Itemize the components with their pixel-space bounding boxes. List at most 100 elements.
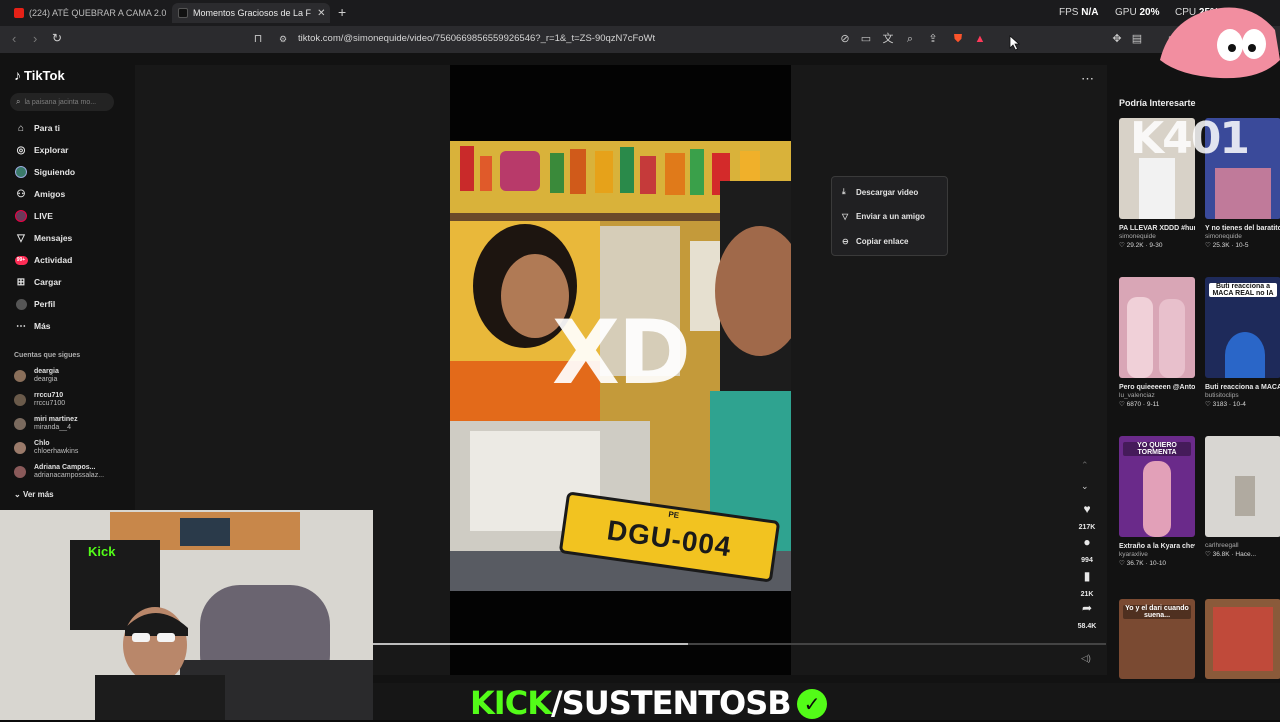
recommended-video-card[interactable]: YO QUIERO TORMENTA Extraño a la Kyara ch… [1119, 436, 1195, 568]
tiktok-logo[interactable]: ♪ TikTok [14, 67, 65, 83]
menu-send-to-friend[interactable]: ▽ Enviar a un amigo [842, 212, 925, 221]
followed-account[interactable]: deargia deargia [14, 368, 59, 384]
menu-download-video[interactable]: ⤓ Descargar video [842, 187, 918, 197]
send-icon: ▽ [842, 212, 849, 221]
followed-account[interactable]: rrccu710 rrccu7100 [14, 392, 65, 408]
followed-account[interactable]: Adriana Campos... adrianacampossalaz... [14, 464, 104, 480]
volume-icon[interactable]: ◁) [1081, 653, 1091, 664]
card-likes: 29.2K [1126, 242, 1144, 249]
card-date: 10-4 [1232, 401, 1246, 408]
video-overlay-text: XD [552, 301, 691, 404]
address-bar[interactable]: tiktok.com/@simonequide/video/7560669856… [298, 33, 655, 44]
compass-icon: ◎ [16, 144, 26, 156]
share-button[interactable]: ➦ 58.4K [1072, 601, 1102, 633]
recommended-video-card[interactable]: Buti reacciona a MACA REAL no IA Buti re… [1205, 277, 1280, 409]
cast-icon[interactable]: ▭ [859, 32, 873, 46]
card-meta: ♡ 25.3K · 10-5 [1205, 242, 1249, 249]
share-page-icon[interactable]: ⇪ [926, 32, 940, 46]
brave-shield-icon[interactable]: ⛊ [951, 32, 965, 46]
thumbnail-caption: YO QUIERO TORMENTA [1123, 442, 1191, 456]
card-caption: Pero quieeeeen @Antonella... [1119, 384, 1195, 391]
shirt-logo-text: Kick [88, 544, 116, 559]
video-thumbnail [1205, 436, 1280, 537]
video-progress-bar[interactable] [373, 643, 1106, 645]
card-likes: 36.8K [1212, 551, 1230, 558]
menu-item-label: Descargar video [856, 187, 919, 197]
extensions-icon[interactable]: ✥ [1110, 32, 1124, 46]
sidebar-item-explorar[interactable]: ◎ Explorar [14, 142, 69, 158]
sidebar-item-mensajes[interactable]: ▽ Mensajes [14, 230, 72, 246]
followed-account[interactable]: miri martinez miranda__4 [14, 416, 78, 432]
search-icon: ⌕ [16, 97, 21, 106]
zoom-icon[interactable]: ⌕ [903, 32, 917, 46]
recommended-video-card[interactable]: Yo y el dari cuando suena... [1119, 599, 1195, 679]
like-button[interactable]: ♥ 217K [1072, 502, 1102, 534]
account-name: Chlo [34, 440, 50, 447]
share-icon: ➦ [1081, 601, 1093, 615]
sidebar-item-siguiendo[interactable]: Siguiendo [14, 164, 75, 180]
avatar [14, 418, 26, 430]
mouse-cursor-icon [1009, 35, 1021, 51]
sidebar-item-label: Siguiendo [34, 167, 76, 177]
sidebar-item-mas[interactable]: ⋯ Más [14, 318, 51, 334]
bookmark-page-icon[interactable]: ⊓ [251, 32, 265, 46]
browser-toolbar: ‹ › ↻ ⊓ ⚙ tiktok.com/@simonequide/video/… [0, 26, 1280, 53]
download-icon: ⤓ [842, 187, 846, 196]
recommended-video-card[interactable]: Pero quieeeeen @Antonella... lu_valencia… [1119, 277, 1195, 409]
thumbnail-caption: Yo y el dari cuando suena... [1123, 605, 1191, 619]
close-tab-icon[interactable]: ✕ [317, 8, 325, 19]
fps-value: N/A [1081, 7, 1099, 18]
search-input[interactable]: ⌕ la paisana jacinta mo... [10, 93, 114, 111]
like-count: 217K [1078, 524, 1096, 531]
webcam-scene [0, 510, 373, 720]
sidebar-item-perfil[interactable]: Perfil [14, 296, 55, 312]
recommended-video-card[interactable]: carlhreegall ♡ 36.8K · Hace... [1205, 436, 1280, 559]
followed-account[interactable]: Chlo chloerhawkins [14, 440, 78, 456]
back-icon[interactable]: ‹ [12, 31, 16, 46]
logo-text: TikTok [24, 67, 65, 83]
translate-icon[interactable]: 文 [881, 32, 895, 46]
browser-tab-youtube[interactable]: (224) ATÉ QUEBRAR A CAMA 2.0 - C [8, 3, 168, 23]
bookmark-button[interactable]: ▮ 21K [1072, 569, 1102, 601]
brave-rewards-icon[interactable]: ▲ [973, 32, 987, 46]
no-tracking-icon[interactable]: ⊘ [838, 32, 852, 46]
patrick-sticker-icon [1160, 7, 1280, 79]
avatar [14, 466, 26, 478]
account-name: Adriana Campos... [34, 464, 96, 471]
sidebar-item-para-ti[interactable]: ⌂ Para ti [14, 120, 60, 136]
recommended-video-card[interactable] [1205, 599, 1280, 679]
comment-button[interactable]: ● 994 [1072, 535, 1102, 567]
menu-copy-link[interactable]: ⊖ Copiar enlace [842, 237, 908, 246]
card-user: butisitoclips [1205, 392, 1239, 399]
account-name: miri martinez [34, 416, 78, 423]
card-date: 10-5 [1235, 242, 1249, 249]
see-more-link[interactable]: ⌄ Ver más [14, 490, 54, 499]
fps-readout: FPS N/A [1059, 7, 1098, 18]
reload-icon[interactable]: ↻ [52, 31, 62, 45]
tiktok-icon [178, 8, 188, 18]
wallet-icon[interactable]: ▤ [1130, 32, 1144, 46]
new-tab-button[interactable]: + [338, 4, 346, 20]
video-thumbnail: YO QUIERO TORMENTA [1119, 436, 1195, 537]
card-caption: PA LLEVAR XDDD #humor #xd... [1119, 225, 1195, 232]
bookmark-count: 21K [1080, 591, 1094, 598]
card-user: carlhreegall [1205, 542, 1239, 549]
sidebar-item-cargar[interactable]: ⊞ Cargar [14, 274, 62, 290]
card-meta: ♡ 6870 · 9-11 [1119, 401, 1160, 408]
next-video-icon[interactable]: ⌄ [1081, 481, 1089, 492]
forward-icon[interactable]: › [33, 31, 37, 46]
friends-icon: ⚇ [16, 188, 26, 200]
share-count: 58.4K [1077, 623, 1097, 630]
more-icon: ⋯ [16, 320, 26, 332]
previous-video-icon[interactable]: ⌃ [1081, 460, 1089, 471]
sidebar-item-actividad[interactable]: 99+ Actividad [14, 252, 72, 268]
menu-item-label: Copiar enlace [856, 237, 909, 246]
more-options-icon[interactable]: ⋯ [1081, 71, 1094, 87]
sidebar-item-amigos[interactable]: ⚇ Amigos [14, 186, 66, 202]
site-info-icon[interactable]: ⚙ [276, 32, 290, 46]
card-meta: ♡ 36.7K · 10-10 [1119, 560, 1167, 567]
video-frame[interactable]: XD PE DGU-004 [450, 141, 791, 591]
card-meta: ♡ 3183 · 10-4 [1205, 401, 1246, 408]
browser-tab-tiktok[interactable]: Momentos Graciosos de La F ✕ [172, 3, 330, 23]
sidebar-item-live[interactable]: LIVE [14, 208, 53, 224]
